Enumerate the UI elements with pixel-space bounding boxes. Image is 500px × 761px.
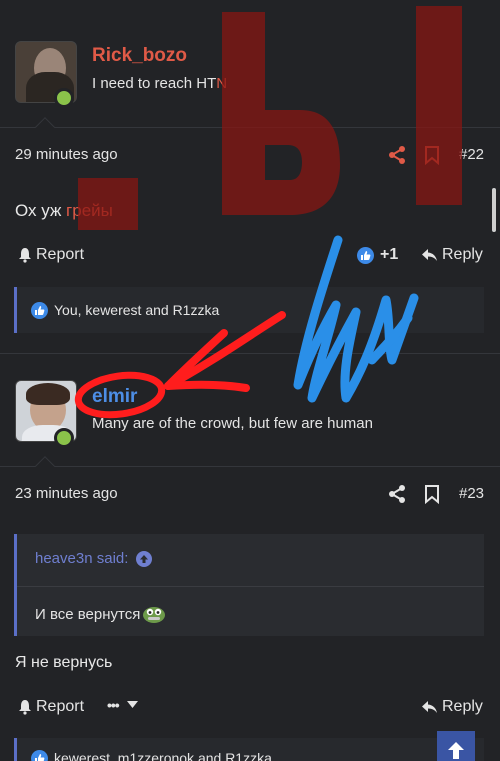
like-icon (357, 246, 374, 264)
reply-label: Reply (442, 698, 483, 715)
online-status-dot (54, 88, 74, 108)
reaction-count: +1 (380, 246, 399, 263)
arrow-up-circle-icon[interactable] (136, 550, 153, 567)
like-icon (31, 750, 48, 761)
username[interactable]: Rick_bozo (92, 45, 187, 67)
quote-header[interactable]: heave3n said: (35, 550, 153, 567)
divider (0, 466, 500, 467)
quote-author[interactable]: heave3n said: (35, 550, 128, 567)
reply-icon (422, 249, 437, 261)
quote-text: И все вернутся (35, 605, 141, 623)
likes-summary[interactable]: kewerest, m1zzeronok and R1zzka (14, 738, 484, 761)
more-actions-button[interactable]: ••• (107, 697, 138, 713)
scroll-to-top-button[interactable] (437, 731, 475, 761)
reaction-button[interactable]: +1 (357, 246, 398, 264)
blue-scribble-overlay (293, 235, 419, 403)
likes-summary[interactable]: You, kewerest and R1zzka (14, 287, 484, 333)
username[interactable]: elmir (92, 386, 137, 408)
bookmark-icon[interactable] (424, 145, 440, 170)
user-title: Many are of the crowd, but few are human (92, 415, 373, 432)
like-icon (31, 301, 48, 319)
reply-icon (422, 701, 437, 713)
online-status-dot (54, 428, 74, 448)
report-label: Report (36, 698, 85, 715)
reply-label: Reply (442, 246, 483, 263)
red-letter-overlay (78, 6, 462, 230)
post-time[interactable]: 29 minutes ago (15, 146, 118, 163)
user-title-text: I need to reach HT (92, 75, 217, 92)
quote-block: heave3n said: И все вернутся (14, 534, 484, 636)
bell-icon (19, 248, 31, 263)
report-button[interactable]: Report (18, 698, 84, 716)
divider (0, 127, 500, 128)
more-dots: ••• (107, 697, 120, 713)
post-message: Я не вернусь (15, 654, 113, 671)
user-title-highlight: N (216, 75, 228, 92)
likes-text: kewerest, m1zzeronok and R1zzka (54, 750, 272, 761)
share-icon[interactable] (387, 484, 407, 509)
red-annotation-overlay (74, 311, 286, 419)
bookmark-icon[interactable] (424, 484, 440, 509)
divider-notch (35, 456, 55, 476)
pepe-emoji-icon (143, 607, 166, 623)
report-label: Report (36, 246, 85, 263)
message-text: Ох уж (15, 201, 67, 220)
reply-button[interactable]: Reply (421, 246, 483, 264)
user-title: I need to reach HTN (92, 75, 227, 92)
share-icon[interactable] (387, 145, 407, 170)
scrollbar[interactable] (492, 188, 496, 232)
post-message: Ох уж грейы (15, 201, 113, 221)
caret-down-icon (126, 701, 138, 708)
quote-separator (17, 586, 484, 587)
likes-text: You, kewerest and R1zzka (54, 302, 220, 318)
message-colored-text: грейы (66, 201, 113, 220)
report-button[interactable]: Report (18, 246, 84, 264)
post-time[interactable]: 23 minutes ago (15, 485, 118, 502)
arrow-up-icon (448, 742, 464, 759)
quote-body: И все вернутся (35, 604, 166, 624)
post-separator (0, 353, 500, 354)
bell-icon (19, 700, 31, 715)
divider-notch (35, 117, 55, 137)
post-number[interactable]: #22 (459, 146, 484, 163)
reply-button[interactable]: Reply (421, 698, 483, 716)
post-number[interactable]: #23 (459, 485, 484, 502)
